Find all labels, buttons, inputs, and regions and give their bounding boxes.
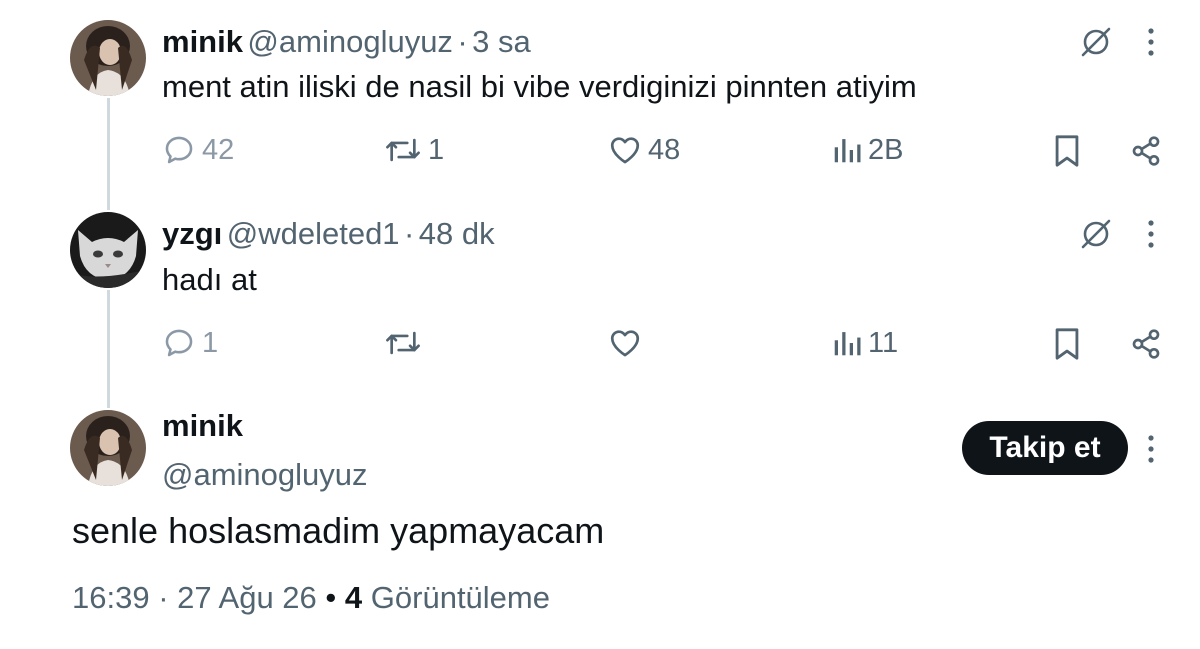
- like-icon: [610, 137, 640, 164]
- tweet-time[interactable]: 48 dk: [419, 216, 495, 251]
- views-button[interactable]: 2B: [832, 133, 903, 167]
- retweet-button[interactable]: 1: [384, 133, 444, 167]
- follow-button[interactable]: Takip et: [962, 421, 1128, 475]
- retweet-count: 1: [428, 133, 445, 166]
- more-icon[interactable]: [1146, 219, 1156, 249]
- thread-line: [107, 290, 110, 408]
- tweet-text: senle hoslasmadim yapmayacam: [72, 510, 605, 551]
- share-icon: [1132, 136, 1160, 166]
- tweet-time[interactable]: 3 sa: [472, 24, 531, 59]
- user-name[interactable]: minik: [162, 408, 243, 444]
- reply-button[interactable]: 42: [162, 133, 234, 167]
- views-label: Görüntüleme: [370, 580, 550, 615]
- reply-icon: [165, 136, 193, 164]
- tweet-meta: 16:39 · 27 Ağu 26 • 4 Görüntüleme: [72, 580, 550, 616]
- views-icon: [834, 139, 861, 163]
- tweet-header: yzgı @wdeleted1 · 48 dk: [162, 216, 495, 252]
- separator-dot: •: [325, 580, 337, 615]
- tweet-header: minik @aminogluyuz · 3 sa: [162, 24, 531, 60]
- views-icon: [834, 332, 861, 356]
- bookmark-icon: [1055, 328, 1079, 360]
- user-handle[interactable]: @aminogluyuz: [162, 457, 368, 493]
- separator-dot: ·: [158, 580, 169, 615]
- views-count: 4: [344, 580, 363, 615]
- view-count: 2B: [868, 133, 904, 166]
- more-icon[interactable]: [1146, 434, 1156, 464]
- share-button[interactable]: [1130, 134, 1162, 173]
- like-icon: [610, 330, 640, 357]
- separator-dot: ·: [404, 216, 415, 251]
- more-icon[interactable]: [1146, 27, 1156, 57]
- reply-count: 42: [202, 133, 235, 166]
- like-button[interactable]: 48: [608, 133, 680, 167]
- reply-icon: [165, 329, 193, 357]
- avatar[interactable]: [70, 20, 146, 96]
- tweet-time[interactable]: 16:39: [72, 580, 150, 615]
- retweet-icon: [386, 331, 420, 355]
- avatar[interactable]: [70, 212, 146, 288]
- share-icon: [1132, 329, 1160, 359]
- retweet-button[interactable]: [384, 326, 428, 360]
- user-handle[interactable]: @aminogluyuz: [247, 24, 453, 59]
- bookmark-icon: [1055, 135, 1079, 167]
- tweet-date[interactable]: 27 Ağu 26: [177, 580, 317, 615]
- like-button[interactable]: [608, 326, 648, 360]
- views-button[interactable]: 11: [832, 326, 898, 360]
- reply-count: 1: [202, 326, 219, 359]
- user-name[interactable]: yzgı: [162, 216, 222, 251]
- grok-icon[interactable]: [1079, 217, 1113, 251]
- share-button[interactable]: [1130, 327, 1162, 366]
- bookmark-button[interactable]: [1052, 134, 1082, 173]
- tweet-text: ment atin iliski de nasil bi vibe verdig…: [162, 69, 917, 104]
- grok-icon[interactable]: [1079, 25, 1113, 59]
- bookmark-button[interactable]: [1052, 327, 1082, 366]
- avatar[interactable]: [70, 410, 146, 486]
- user-handle[interactable]: @wdeleted1: [227, 216, 400, 251]
- retweet-icon: [386, 138, 420, 162]
- user-name[interactable]: minik: [162, 24, 243, 59]
- reply-button[interactable]: 1: [162, 326, 218, 360]
- separator-dot: ·: [457, 24, 468, 59]
- like-count: 48: [648, 133, 681, 166]
- view-count: 11: [868, 326, 899, 359]
- thread-line: [107, 98, 110, 210]
- tweet-text: hadı at: [162, 262, 257, 297]
